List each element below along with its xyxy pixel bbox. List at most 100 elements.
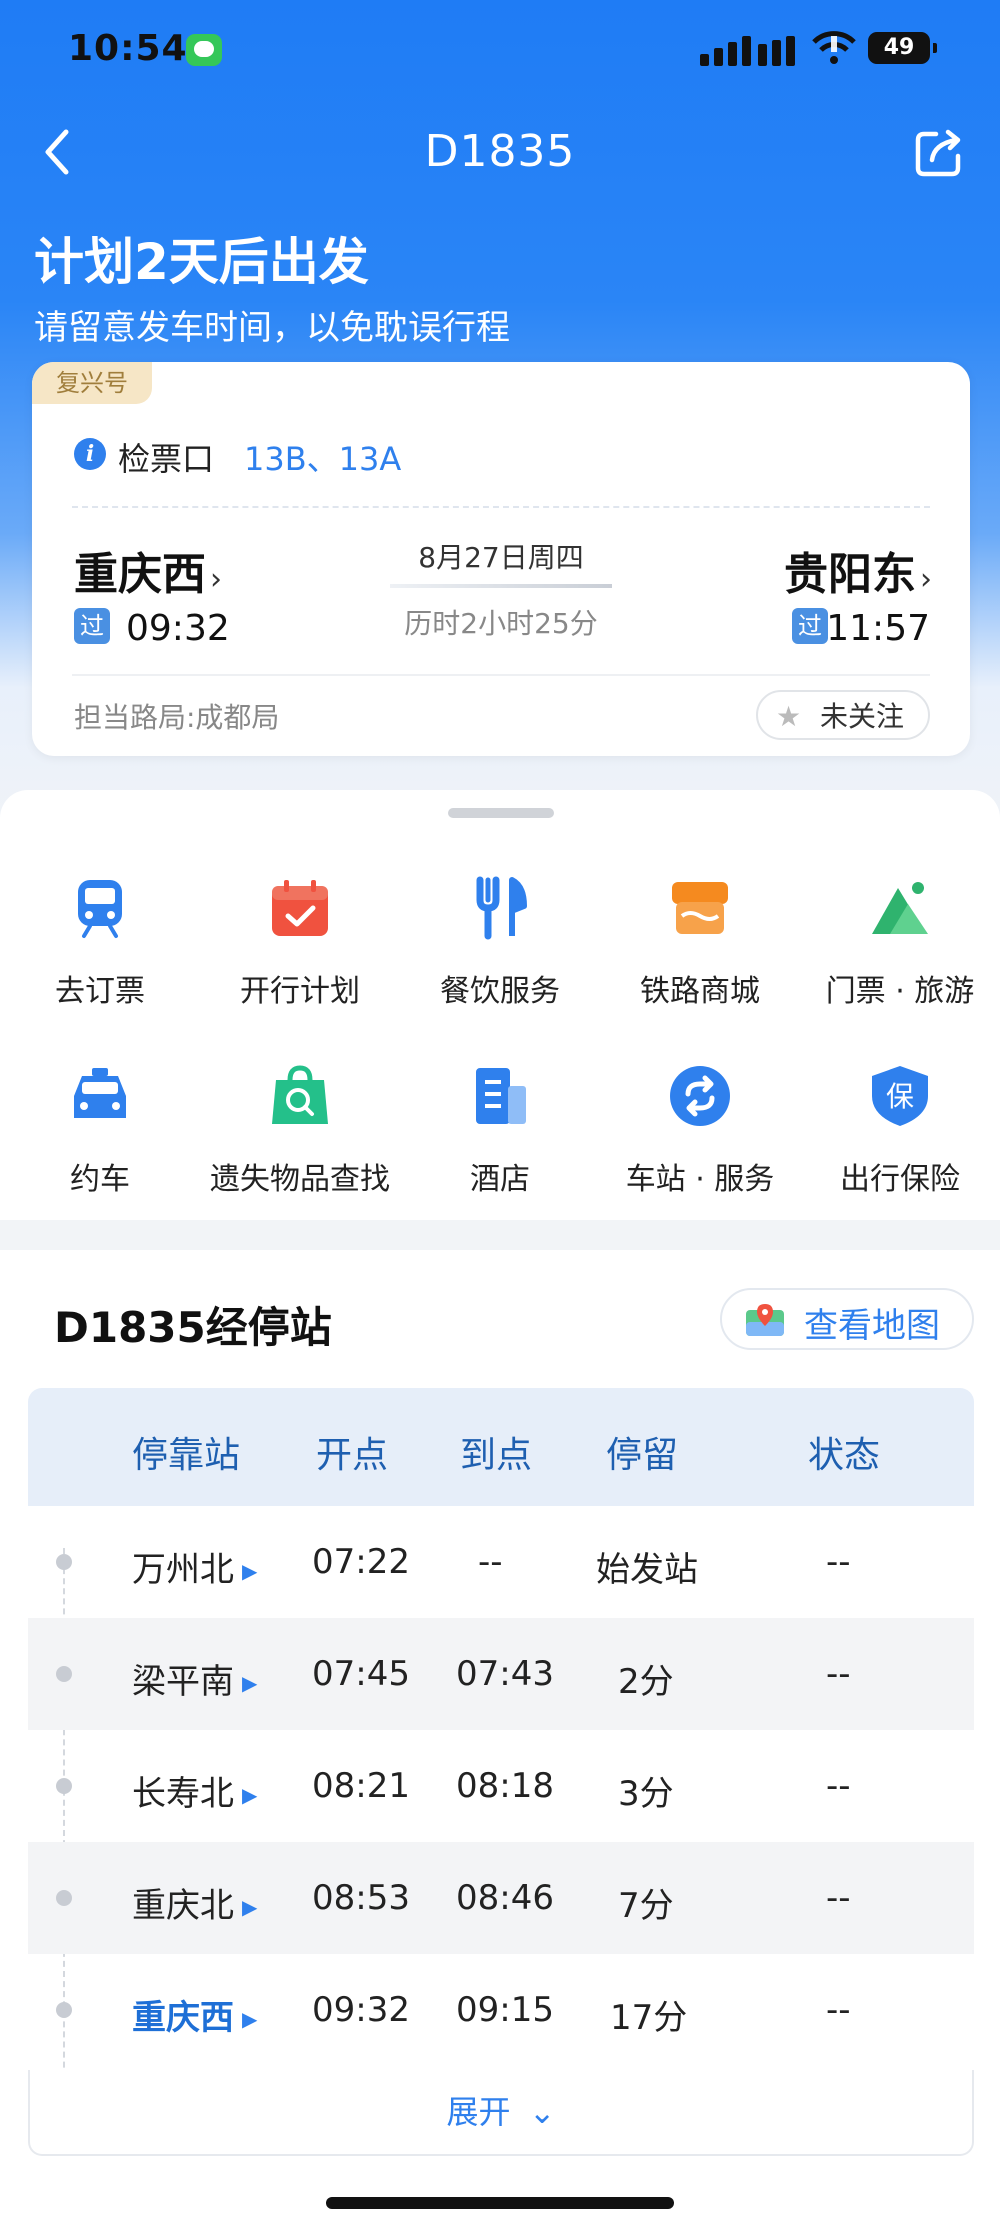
table-row[interactable]: 长寿北 ▶ 08:21 08:18 3分 -- [28,1730,974,1842]
stop-dot [56,1890,72,1906]
message-icon [186,34,222,66]
service-book-ticket[interactable]: 去订票 [0,876,200,1010]
chevron-down-icon: ⌄ [528,2093,556,2131]
table-row[interactable]: 重庆北 ▶ 08:53 08:46 7分 -- [28,1842,974,1954]
services-panel: 去订票 开行计划 餐饮服务 铁路商城 门票 · 旅游 约车 遗失物品查找 酒店 … [0,790,1000,1220]
station-name[interactable]: 梁平南 ▶ [132,1654,257,1703]
column-header: 到点 [460,1435,533,1476]
arrive-time: -- [478,1542,503,1582]
follow-button[interactable]: ★ 未关注 [756,690,930,740]
fork-knife-icon [476,876,527,940]
table-row[interactable]: 万州北 ▶ 07:22 -- 始发站 -- [28,1506,974,1618]
service-label: 车站 · 服务 [625,1162,775,1197]
station-name[interactable]: 长寿北 ▶ [132,1766,257,1815]
table-row[interactable]: 梁平南 ▶ 07:45 07:43 2分 -- [28,1618,974,1730]
service-label: 餐饮服务 [440,974,560,1009]
route-line [390,584,612,588]
service-label: 出行保险 [840,1162,960,1197]
service-label: 约车 [70,1162,130,1197]
pass-badge: 过 [74,608,110,644]
stop-dot [56,1554,72,1570]
depart-time: 08:21 [312,1766,410,1806]
stay-duration: 3分 [618,1774,674,1814]
hotel-icon [476,1068,526,1124]
station-name[interactable]: 重庆西 ▶ [132,1990,257,2039]
shield-icon: 保 [872,1066,928,1126]
play-icon: ▶ [242,2007,258,2031]
arrive-time: 07:43 [456,1654,554,1694]
stop-dot [56,2002,72,2018]
service-station[interactable]: 车站 · 服务 [600,1064,800,1198]
service-insurance[interactable]: 保 出行保险 [800,1064,1000,1198]
gate-value: 13B、13A [244,440,402,478]
service-label: 遗失物品查找 [210,1162,390,1197]
expand-label: 展开 [446,2093,511,2131]
status-value: -- [826,1766,851,1806]
calendar-icon [272,880,328,936]
table-row[interactable]: 重庆西 ▶ 09:32 09:15 17分 -- [28,1954,974,2066]
car-icon [74,1068,126,1118]
service-mall[interactable]: 铁路商城 [600,876,800,1010]
page-title: D1835 [424,126,576,177]
station-name[interactable]: 重庆北 ▶ [132,1878,257,1927]
bag-search-icon [272,1065,328,1124]
status-value: -- [826,1990,851,2030]
service-schedule[interactable]: 开行计划 [200,876,400,1010]
from-time: 09:32 [126,608,230,649]
stay-duration: 2分 [618,1662,674,1702]
stay-duration: 7分 [618,1886,674,1926]
pass-badge: 过 [792,608,828,644]
station-name[interactable]: 万州北 ▶ [132,1542,257,1591]
service-label: 酒店 [470,1162,530,1197]
follow-label: 未关注 [819,700,904,733]
play-icon: ▶ [242,1671,258,1695]
divider [72,506,930,508]
service-label: 铁路商城 [640,974,760,1009]
arrive-time: 09:15 [456,1990,554,2030]
divider [72,674,930,676]
star-icon: ★ [776,700,802,733]
home-indicator[interactable] [326,2197,674,2209]
cellular-signal-icon [700,30,810,66]
stay-duration: 17分 [610,1998,688,2038]
expand-button[interactable]: 展开 ⌄ [28,2070,974,2156]
mountain-icon [872,882,928,934]
depart-time: 07:45 [312,1654,410,1694]
status-value: -- [826,1542,851,1582]
share-icon[interactable] [912,126,966,180]
wifi-icon [812,31,856,64]
stops-section: D1835经停站 查看地图 停靠站 开点 到点 停留 状态 万州北 ▶ 07:22… [0,1250,1000,2223]
depart-time: 07:22 [312,1542,410,1582]
play-icon: ▶ [242,1559,258,1583]
view-map-label: 查看地图 [804,1306,940,1346]
to-time: 11:57 [826,608,930,649]
play-icon: ▶ [242,1895,258,1919]
view-map-button[interactable]: 查看地图 [720,1288,974,1350]
stops-title: D1835经停站 [54,1303,332,1352]
stop-dot [56,1778,72,1794]
stay-duration: 始发站 [596,1550,698,1590]
train-type-tag: 复兴号 [32,362,152,404]
arrive-time: 08:18 [456,1766,554,1806]
column-header: 停靠站 [132,1435,241,1476]
stops-table: 停靠站 开点 到点 停留 状态 万州北 ▶ 07:22 -- 始发站 -- 梁平南… [28,1388,974,2178]
depart-time: 08:53 [312,1878,410,1918]
departure-reminder: 请留意发车时间，以免耽误行程 [34,308,510,348]
travel-date: 8月27日周四 [418,541,584,574]
service-lost-found[interactable]: 遗失物品查找 [200,1064,400,1198]
service-hotel[interactable]: 酒店 [400,1064,600,1198]
drag-handle[interactable] [448,808,554,818]
shop-icon [672,882,728,934]
status-value: -- [826,1654,851,1694]
train-info-card: 复兴号 i 检票口 13B、13A 重庆西 › 贵阳东 › 8月27日周四 历时2小… [32,362,970,756]
arrive-time: 08:46 [456,1878,554,1918]
service-dining[interactable]: 餐饮服务 [400,876,600,1010]
train-icon [78,880,122,938]
service-label: 去订票 [55,974,145,1009]
service-tickets-travel[interactable]: 门票 · 旅游 [800,876,1000,1010]
service-ride[interactable]: 约车 [0,1064,200,1198]
gate-label: 检票口 [118,440,215,478]
map-icon [746,1304,784,1336]
departure-headline: 计划2天后出发 [34,233,369,291]
play-icon: ▶ [242,1783,258,1807]
